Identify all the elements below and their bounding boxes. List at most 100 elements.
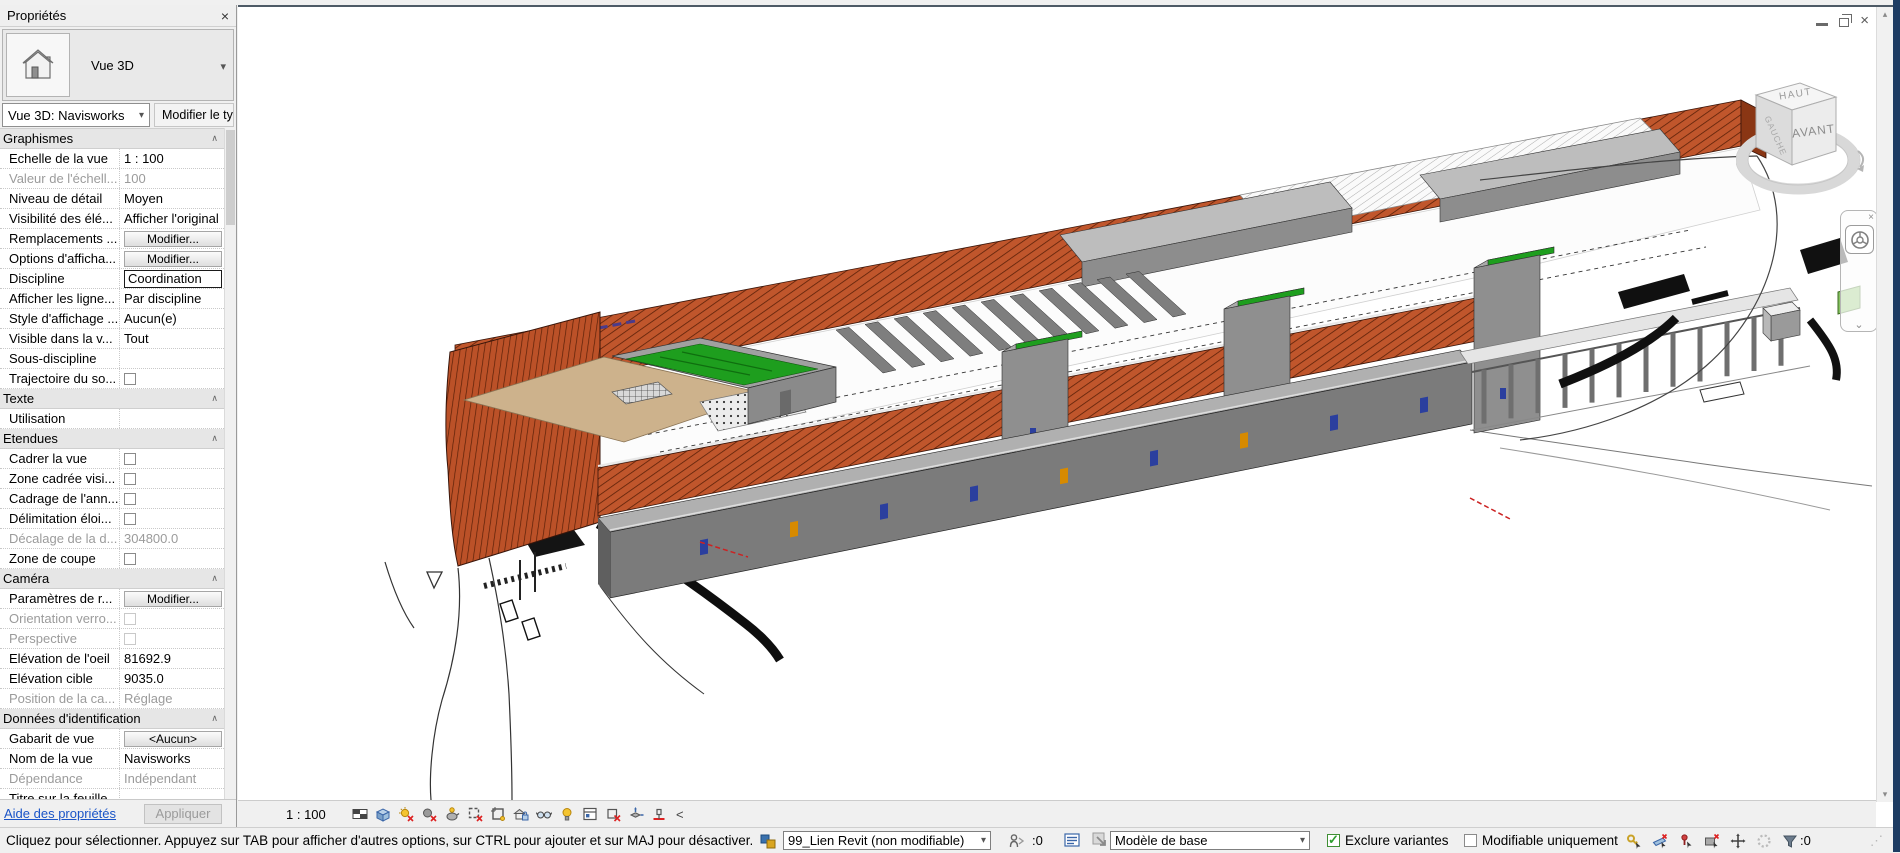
section-header[interactable]: Caméra ∧ (0, 569, 224, 589)
property-combo[interactable]: Coordination (124, 269, 222, 288)
property-value[interactable]: Afficher l'original (124, 211, 219, 226)
property-checkbox[interactable] (124, 372, 136, 385)
rendering-dialog-icon[interactable] (440, 803, 463, 825)
filter-icon[interactable] (1781, 832, 1798, 849)
restore-icon[interactable] (1839, 13, 1853, 27)
select-links-icon[interactable] (1625, 832, 1642, 849)
visual-style-icon[interactable] (371, 803, 394, 825)
collapse-icon[interactable]: ∧ (211, 393, 218, 404)
temporary-hide-isolate-icon[interactable] (532, 803, 555, 825)
crop-view-icon[interactable] (463, 803, 486, 825)
property-value[interactable]: 9035.0 (124, 671, 164, 686)
property-label: Cadrage de l'ann... (0, 489, 120, 508)
chevron-down-icon[interactable]: ▾ (220, 60, 226, 73)
property-checkbox[interactable] (124, 552, 136, 565)
sun-path-icon[interactable] (394, 803, 417, 825)
modify-button[interactable]: Modifier... (124, 250, 222, 267)
checkbox-checked-icon[interactable] (1327, 832, 1340, 848)
analytical-model-icon[interactable] (601, 803, 624, 825)
scale-button[interactable]: 1 : 100 (286, 807, 348, 822)
detail-level-icon[interactable] (348, 803, 371, 825)
property-value[interactable]: Réglage (124, 691, 172, 706)
section-header[interactable]: Graphismes ∧ (0, 129, 224, 149)
editable-only-checkbox[interactable]: Modifiable uniquement (1464, 828, 1618, 853)
property-value[interactable]: Tout (124, 331, 149, 346)
property-value[interactable]: Par discipline (124, 291, 201, 306)
select-underlay-elements-icon[interactable] (1651, 832, 1668, 849)
design-option-value: Modèle de base (1115, 833, 1208, 848)
temporary-view-properties-icon[interactable] (578, 803, 601, 825)
property-checkbox[interactable] (124, 472, 136, 485)
section-header[interactable]: Etendues ∧ (0, 429, 224, 449)
property-checkbox[interactable] (124, 512, 136, 525)
drawing-area[interactable]: HAUT GAUCHE AVANT × ⌄ × ▴ ▾ 1 : 100 < (238, 5, 1893, 827)
show-crop-region-icon[interactable] (486, 803, 509, 825)
locked-3d-view-icon[interactable] (509, 803, 532, 825)
select-pinned-elements-icon[interactable] (1677, 832, 1694, 849)
steering-wheel-icon[interactable] (1845, 225, 1874, 254)
reveal-hidden-elements-icon[interactable] (555, 803, 578, 825)
section-label: Caméra (3, 571, 50, 586)
properties-help-link[interactable]: Aide des propriétés (4, 806, 116, 821)
vertical-scrollbar[interactable]: ▴ ▾ (1876, 7, 1893, 802)
reveal-constraints-icon[interactable] (647, 803, 670, 825)
modify-button[interactable]: <Aucun> (124, 730, 222, 747)
collapse-arrow-icon[interactable]: < (676, 807, 684, 822)
property-value[interactable]: Indépendant (124, 771, 196, 786)
shadows-icon[interactable] (417, 803, 440, 825)
property-checkbox[interactable] (124, 612, 136, 625)
panel-scrollbar[interactable] (224, 128, 236, 799)
model-3d-view[interactable] (238, 7, 1876, 802)
apply-button[interactable]: Appliquer (144, 803, 222, 824)
property-value[interactable]: Aucun(e) (124, 311, 177, 326)
section-header[interactable]: Données d'identification ∧ (0, 709, 224, 729)
active-workset-combo[interactable]: 99_Lien Revit (non modifiable) ▾ (783, 831, 991, 850)
collapse-icon[interactable]: ∧ (211, 433, 218, 444)
property-value[interactable]: Moyen (124, 191, 163, 206)
worksets-icon[interactable] (760, 828, 778, 853)
displacement-sets-icon[interactable] (624, 803, 647, 825)
chevron-down-icon[interactable]: ⌄ (1841, 318, 1877, 331)
checkbox-unchecked-icon[interactable] (1464, 834, 1477, 847)
select-elements-by-face-icon[interactable] (1703, 832, 1720, 849)
property-value[interactable]: 1 : 100 (124, 151, 164, 166)
exclude-options-checkbox[interactable]: Exclure variantes (1327, 828, 1449, 853)
property-value[interactable]: 304800.0 (124, 531, 178, 546)
close-icon[interactable]: × (1860, 13, 1869, 28)
close-icon[interactable]: × (1868, 212, 1874, 223)
edit-type-button[interactable]: Modifier le type (154, 103, 234, 127)
property-checkbox[interactable] (124, 632, 136, 645)
property-row: Utilisation (0, 409, 224, 429)
elevation-marker[interactable] (426, 571, 444, 590)
property-label: Sous-discipline (0, 349, 120, 368)
view-selector-combo[interactable]: Vue 3D: Navisworks ▾ (2, 103, 150, 127)
collapse-icon[interactable]: ∧ (211, 573, 218, 584)
resize-grip[interactable]: ⋰ (1870, 828, 1883, 853)
collapse-icon[interactable]: ∧ (211, 713, 218, 724)
navigation-bar[interactable]: × ⌄ (1840, 210, 1878, 332)
drag-elements-on-selection-icon[interactable] (1729, 832, 1746, 849)
property-row: Afficher les ligne... Par discipline (0, 289, 224, 309)
head-block-facade[interactable] (445, 311, 601, 567)
property-value[interactable]: 100 (124, 171, 146, 186)
property-value[interactable]: 81692.9 (124, 651, 171, 666)
design-option-combo[interactable]: Modèle de base ▾ (1110, 831, 1310, 850)
minimize-icon[interactable] (1816, 22, 1829, 26)
property-label: Afficher les ligne... (0, 289, 120, 308)
editing-requests-icon[interactable] (1008, 828, 1024, 853)
selection-spinner-icon[interactable] (1755, 832, 1772, 849)
property-value[interactable]: Navisworks (124, 751, 190, 766)
close-icon[interactable]: × (221, 9, 229, 23)
property-checkbox[interactable] (124, 452, 136, 465)
panel-scrollbar-thumb[interactable] (226, 130, 235, 225)
scroll-down-icon[interactable]: ▾ (1877, 789, 1893, 800)
modify-button[interactable]: Modifier... (124, 230, 222, 247)
type-selector[interactable]: Vue 3D ▾ (2, 29, 234, 101)
property-checkbox[interactable] (124, 492, 136, 505)
scroll-up-icon[interactable]: ▴ (1877, 9, 1893, 20)
worksharing-display-icon[interactable] (1064, 828, 1081, 853)
collapse-icon[interactable]: ∧ (211, 133, 218, 144)
section-header[interactable]: Texte ∧ (0, 389, 224, 409)
relinquish-icon[interactable] (1092, 828, 1109, 853)
modify-button[interactable]: Modifier... (124, 590, 222, 607)
